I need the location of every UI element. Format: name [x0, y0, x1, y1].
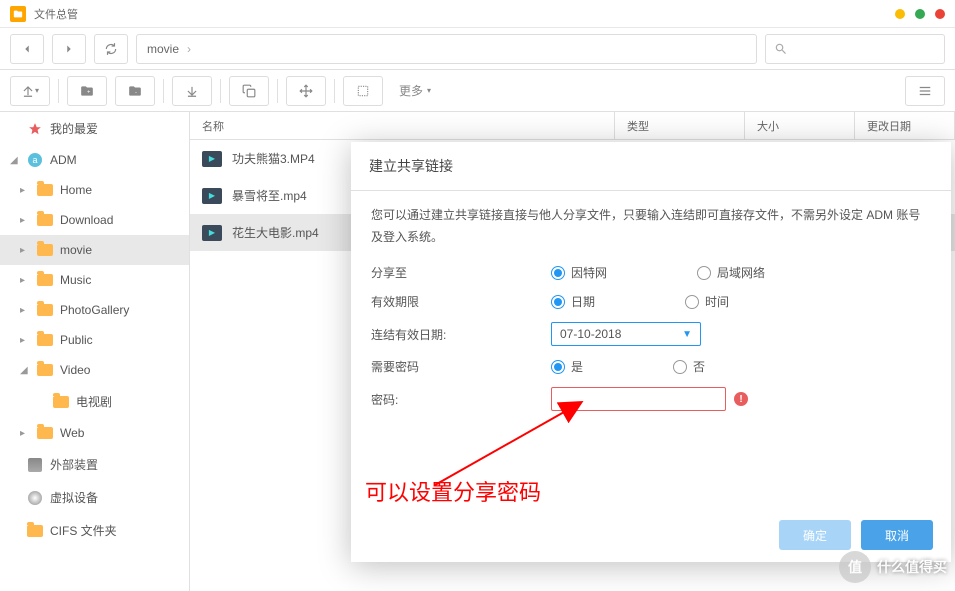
- radio-icon: [551, 266, 565, 280]
- folder-icon: [36, 363, 54, 377]
- star-icon: [26, 122, 44, 136]
- column-type[interactable]: 类型: [615, 112, 745, 139]
- cancel-button[interactable]: 取消: [861, 520, 933, 550]
- sidebar-item-adm[interactable]: ◢aADM: [0, 145, 189, 175]
- radio-icon: [551, 295, 565, 309]
- folder-icon: [36, 183, 54, 197]
- annotation-text: 可以设置分享密码: [365, 475, 541, 507]
- password-label: 密码:: [371, 391, 551, 408]
- password-input[interactable]: [551, 387, 726, 411]
- folder-icon: [36, 273, 54, 287]
- select-button[interactable]: [343, 76, 383, 106]
- watermark: 值 什么值得买: [839, 551, 947, 583]
- expiry-date-select[interactable]: 07-10-2018▼: [551, 322, 701, 346]
- radio-internet[interactable]: 因特网: [551, 264, 607, 281]
- svg-text:-: -: [135, 89, 137, 95]
- copy-button[interactable]: [229, 76, 269, 106]
- sidebar-item-music[interactable]: ▸Music: [0, 265, 189, 295]
- sidebar-item-web[interactable]: ▸Web: [0, 418, 189, 448]
- sidebar-item-video[interactable]: ◢Video: [0, 355, 189, 385]
- radio-no[interactable]: 否: [673, 358, 705, 375]
- delete-button[interactable]: -: [115, 76, 155, 106]
- video-file-icon: [202, 151, 222, 167]
- radio-icon: [673, 360, 687, 374]
- maximize-button[interactable]: [915, 9, 925, 19]
- back-button[interactable]: [10, 34, 44, 64]
- svg-text:+: +: [87, 89, 91, 95]
- chevron-down-icon: ▾: [427, 86, 431, 95]
- folder-icon: [36, 243, 54, 257]
- expiry-label: 连结有效日期:: [371, 326, 551, 343]
- move-button[interactable]: [286, 76, 326, 106]
- chevron-right-icon: ›: [187, 42, 191, 56]
- folder-icon: [36, 426, 54, 440]
- sidebar-item-home[interactable]: ▸Home: [0, 175, 189, 205]
- folder-icon: [10, 6, 26, 22]
- column-date[interactable]: 更改日期: [855, 112, 955, 139]
- dialog-description: 您可以通过建立共享链接直接与他人分享文件，只要输入连结即可直接存文件，不需另外设…: [371, 205, 931, 248]
- sidebar-item-cifs[interactable]: CIFS 文件夹: [0, 514, 189, 547]
- radio-icon: [551, 360, 565, 374]
- validity-label: 有效期限: [371, 293, 551, 310]
- more-button[interactable]: 更多 ▾: [391, 82, 439, 99]
- toolbar: ▾ + - 更多 ▾: [0, 70, 955, 112]
- upload-button[interactable]: ▾: [10, 76, 50, 106]
- video-file-icon: [202, 225, 222, 241]
- folder-icon: [36, 303, 54, 317]
- ok-button[interactable]: 确定: [779, 520, 851, 550]
- radio-date[interactable]: 日期: [551, 293, 595, 310]
- need-password-label: 需要密码: [371, 358, 551, 375]
- chevron-down-icon: ▼: [682, 329, 692, 340]
- titlebar: 文件总管: [0, 0, 955, 28]
- close-button[interactable]: [935, 9, 945, 19]
- radio-lan[interactable]: 局域网络: [697, 264, 765, 281]
- radio-icon: [697, 266, 711, 280]
- window-controls: [895, 9, 945, 19]
- download-button[interactable]: [172, 76, 212, 106]
- share-to-label: 分享至: [371, 264, 551, 281]
- folder-icon: [52, 395, 70, 409]
- search-input[interactable]: [765, 34, 945, 64]
- folder-icon: [36, 213, 54, 227]
- folder-icon: [26, 524, 44, 538]
- list-view-button[interactable]: [905, 76, 945, 106]
- new-folder-button[interactable]: +: [67, 76, 107, 106]
- sidebar-item-favorites[interactable]: 我的最爱: [0, 112, 189, 145]
- sidebar-item-download[interactable]: ▸Download: [0, 205, 189, 235]
- refresh-button[interactable]: [94, 34, 128, 64]
- forward-button[interactable]: [52, 34, 86, 64]
- column-name[interactable]: 名称: [190, 112, 615, 139]
- watermark-text: 什么值得买: [877, 557, 947, 577]
- column-size[interactable]: 大小: [745, 112, 855, 139]
- sidebar-item-virtual[interactable]: 虚拟设备: [0, 481, 189, 514]
- dialog-body: 您可以通过建立共享链接直接与他人分享文件，只要输入连结即可直接存文件，不需另外设…: [351, 191, 951, 508]
- navbar: movie ›: [0, 28, 955, 70]
- alert-icon: !: [734, 392, 748, 406]
- radio-icon: [685, 295, 699, 309]
- dialog-title: 建立共享链接: [351, 142, 951, 190]
- radio-time[interactable]: 时间: [685, 293, 729, 310]
- breadcrumb-path: movie: [147, 42, 179, 56]
- breadcrumb[interactable]: movie ›: [136, 34, 757, 64]
- device-icon: [26, 458, 44, 472]
- drive-icon: a: [26, 153, 44, 167]
- sidebar-item-external[interactable]: 外部装置: [0, 448, 189, 481]
- disc-icon: [26, 491, 44, 505]
- watermark-badge: 值: [839, 551, 871, 583]
- window-title: 文件总管: [34, 6, 78, 22]
- sidebar-item-photogallery[interactable]: ▸PhotoGallery: [0, 295, 189, 325]
- sidebar-item-tv[interactable]: 电视剧: [0, 385, 189, 418]
- radio-yes[interactable]: 是: [551, 358, 583, 375]
- list-header: 名称 类型 大小 更改日期: [190, 112, 955, 140]
- folder-icon: [36, 333, 54, 347]
- sidebar-item-public[interactable]: ▸Public: [0, 325, 189, 355]
- minimize-button[interactable]: [895, 9, 905, 19]
- sidebar: 我的最爱 ◢aADM ▸Home ▸Download ▸movie ▸Music…: [0, 112, 190, 591]
- sidebar-item-movie[interactable]: ▸movie: [0, 235, 189, 265]
- video-file-icon: [202, 188, 222, 204]
